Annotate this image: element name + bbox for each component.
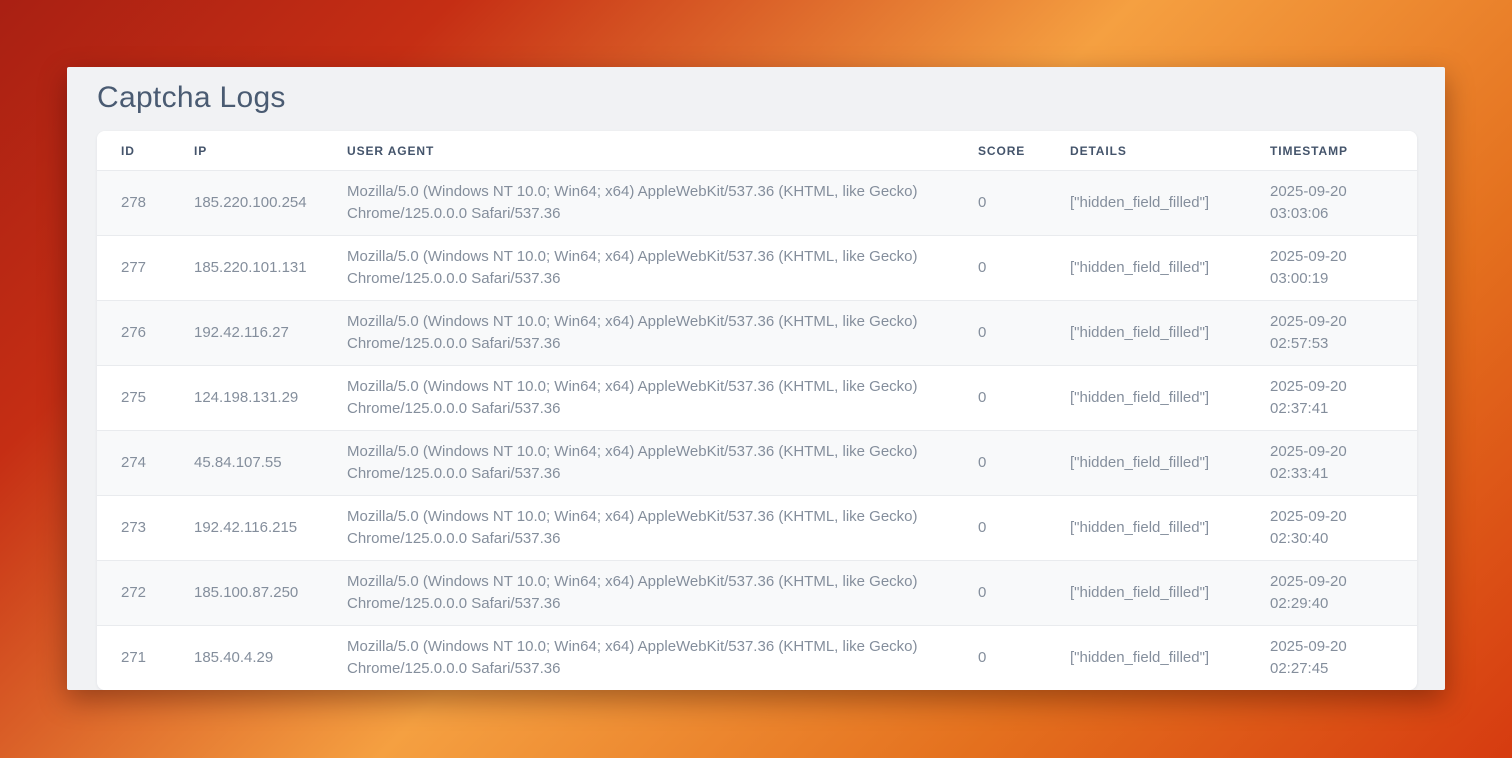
cell-score: 0 — [978, 431, 1070, 496]
column-header-id: ID — [97, 131, 194, 171]
cell-timestamp: 2025-09-20 02:33:41 — [1270, 431, 1417, 496]
log-table-container: ID IP USER AGENT SCORE DETAILS TIMESTAMP… — [97, 131, 1417, 690]
cell-user_agent: Mozilla/5.0 (Windows NT 10.0; Win64; x64… — [347, 366, 978, 431]
cell-ip: 124.198.131.29 — [194, 366, 347, 431]
table-row: 276192.42.116.27Mozilla/5.0 (Windows NT … — [97, 301, 1417, 366]
table-row: 275124.198.131.29Mozilla/5.0 (Windows NT… — [97, 366, 1417, 431]
cell-timestamp: 2025-09-20 02:29:40 — [1270, 561, 1417, 626]
column-header-details: DETAILS — [1070, 131, 1270, 171]
column-header-score: SCORE — [978, 131, 1070, 171]
cell-details: ["hidden_field_filled"] — [1070, 431, 1270, 496]
table-row: 27445.84.107.55Mozilla/5.0 (Windows NT 1… — [97, 431, 1417, 496]
cell-score: 0 — [978, 561, 1070, 626]
cell-timestamp: 2025-09-20 02:27:45 — [1270, 626, 1417, 691]
cell-timestamp: 2025-09-20 02:57:53 — [1270, 301, 1417, 366]
cell-score: 0 — [978, 366, 1070, 431]
cell-score: 0 — [978, 171, 1070, 236]
cell-id: 275 — [97, 366, 194, 431]
cell-timestamp: 2025-09-20 03:00:19 — [1270, 236, 1417, 301]
column-header-ip: IP — [194, 131, 347, 171]
cell-id: 278 — [97, 171, 194, 236]
cell-user_agent: Mozilla/5.0 (Windows NT 10.0; Win64; x64… — [347, 561, 978, 626]
cell-details: ["hidden_field_filled"] — [1070, 496, 1270, 561]
cell-details: ["hidden_field_filled"] — [1070, 236, 1270, 301]
cell-details: ["hidden_field_filled"] — [1070, 171, 1270, 236]
cell-id: 276 — [97, 301, 194, 366]
cell-id: 277 — [97, 236, 194, 301]
cell-details: ["hidden_field_filled"] — [1070, 366, 1270, 431]
cell-timestamp: 2025-09-20 03:03:06 — [1270, 171, 1417, 236]
cell-score: 0 — [978, 236, 1070, 301]
table-row: 272185.100.87.250Mozilla/5.0 (Windows NT… — [97, 561, 1417, 626]
cell-timestamp: 2025-09-20 02:30:40 — [1270, 496, 1417, 561]
cell-score: 0 — [978, 626, 1070, 691]
cell-ip: 185.220.101.131 — [194, 236, 347, 301]
column-header-user-agent: USER AGENT — [347, 131, 978, 171]
cell-id: 271 — [97, 626, 194, 691]
cell-ip: 192.42.116.27 — [194, 301, 347, 366]
header-row: ID IP USER AGENT SCORE DETAILS TIMESTAMP — [97, 131, 1417, 171]
cell-score: 0 — [978, 496, 1070, 561]
cell-details: ["hidden_field_filled"] — [1070, 626, 1270, 691]
table-row: 273192.42.116.215Mozilla/5.0 (Windows NT… — [97, 496, 1417, 561]
cell-timestamp: 2025-09-20 02:37:41 — [1270, 366, 1417, 431]
cell-user_agent: Mozilla/5.0 (Windows NT 10.0; Win64; x64… — [347, 301, 978, 366]
cell-ip: 185.40.4.29 — [194, 626, 347, 691]
page-title: Captcha Logs — [97, 79, 1417, 117]
cell-score: 0 — [978, 301, 1070, 366]
cell-ip: 192.42.116.215 — [194, 496, 347, 561]
table-row: 271185.40.4.29Mozilla/5.0 (Windows NT 10… — [97, 626, 1417, 691]
page-background: { "page": { "title": "Captcha Logs" }, "… — [0, 0, 1512, 758]
cell-id: 272 — [97, 561, 194, 626]
column-header-timestamp: TIMESTAMP — [1270, 131, 1417, 171]
cell-user_agent: Mozilla/5.0 (Windows NT 10.0; Win64; x64… — [347, 171, 978, 236]
cell-details: ["hidden_field_filled"] — [1070, 301, 1270, 366]
log-table: ID IP USER AGENT SCORE DETAILS TIMESTAMP… — [97, 131, 1417, 690]
table-row: 277185.220.101.131Mozilla/5.0 (Windows N… — [97, 236, 1417, 301]
cell-details: ["hidden_field_filled"] — [1070, 561, 1270, 626]
cell-id: 273 — [97, 496, 194, 561]
log-table-body: 278185.220.100.254Mozilla/5.0 (Windows N… — [97, 171, 1417, 691]
cell-user_agent: Mozilla/5.0 (Windows NT 10.0; Win64; x64… — [347, 431, 978, 496]
cell-ip: 45.84.107.55 — [194, 431, 347, 496]
cell-ip: 185.100.87.250 — [194, 561, 347, 626]
log-table-header: ID IP USER AGENT SCORE DETAILS TIMESTAMP — [97, 131, 1417, 171]
cell-user_agent: Mozilla/5.0 (Windows NT 10.0; Win64; x64… — [347, 496, 978, 561]
cell-user_agent: Mozilla/5.0 (Windows NT 10.0; Win64; x64… — [347, 626, 978, 691]
cell-ip: 185.220.100.254 — [194, 171, 347, 236]
captcha-logs-card: Captcha Logs ID IP USER AGENT SCORE DETA… — [67, 67, 1445, 690]
cell-user_agent: Mozilla/5.0 (Windows NT 10.0; Win64; x64… — [347, 236, 978, 301]
cell-id: 274 — [97, 431, 194, 496]
table-row: 278185.220.100.254Mozilla/5.0 (Windows N… — [97, 171, 1417, 236]
